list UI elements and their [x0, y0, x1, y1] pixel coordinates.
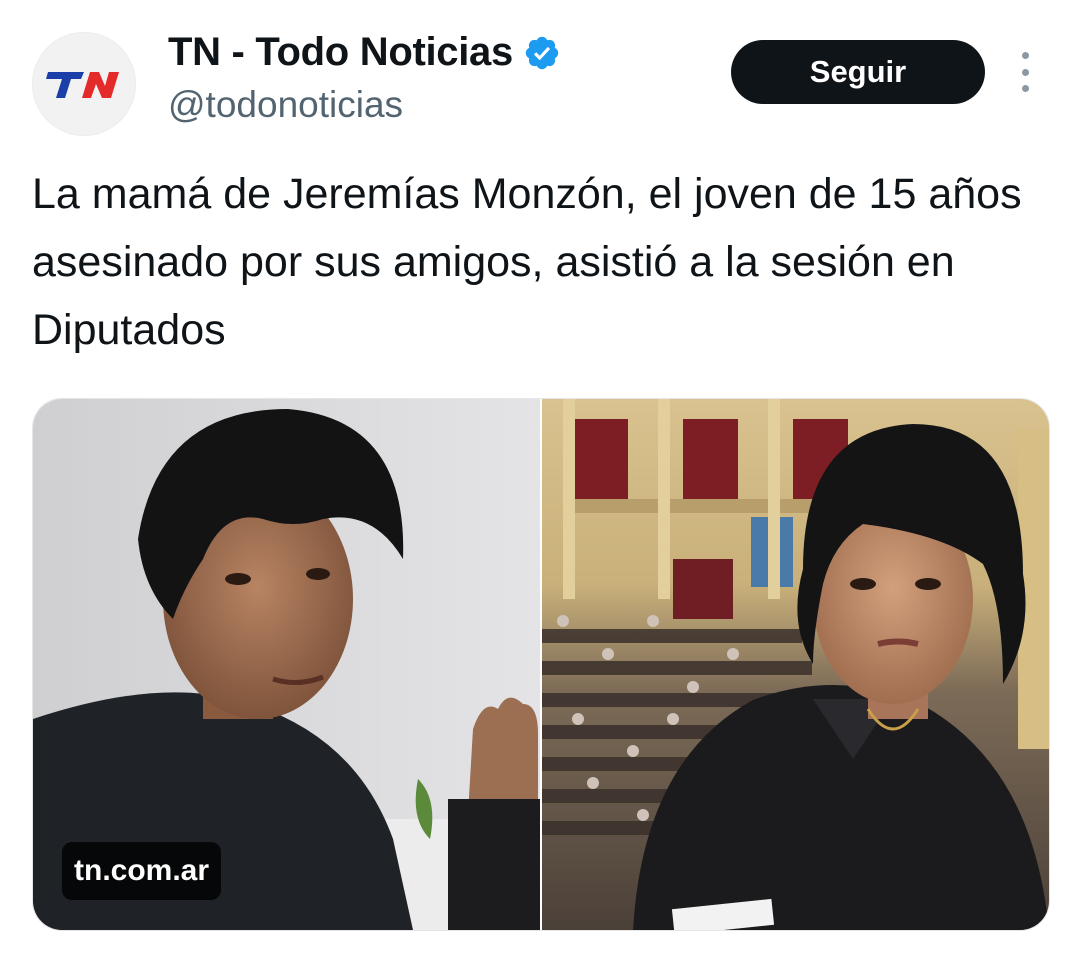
tn-logo-icon — [46, 72, 119, 98]
verified-badge-icon[interactable] — [523, 34, 561, 72]
follow-button[interactable]: Seguir — [731, 40, 985, 104]
right-photo — [542, 399, 1049, 930]
author-display-name[interactable]: TN - Todo Noticias — [168, 30, 513, 75]
tweet-text: La mamá de Jeremías Monzón, el joven de … — [32, 170, 1022, 354]
author-name-row: TN - Todo Noticias — [168, 30, 561, 75]
more-options-icon[interactable] — [1010, 52, 1040, 92]
author-avatar[interactable] — [32, 32, 136, 136]
link-domain-badge[interactable]: tn.com.ar — [62, 842, 222, 900]
author-handle[interactable]: @todonoticias — [168, 84, 403, 126]
